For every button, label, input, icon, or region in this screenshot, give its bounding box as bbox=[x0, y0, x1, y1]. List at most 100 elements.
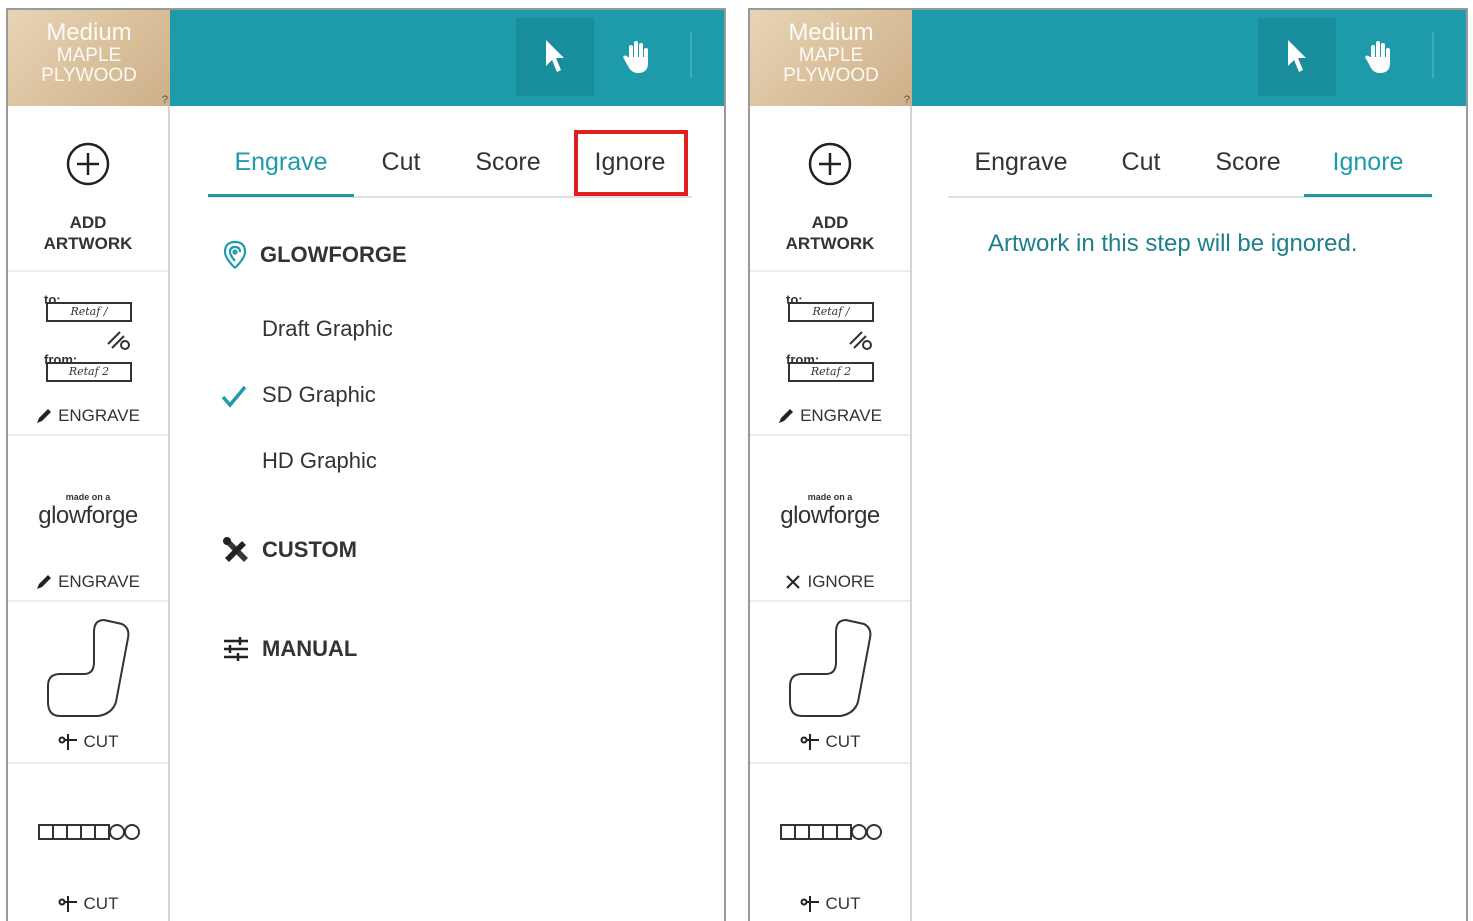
section-glowforge[interactable]: GLOWFORGE bbox=[222, 240, 407, 270]
right-panel: Medium MAPLE PLYWOOD ? ADD ARTWORK to: Re… bbox=[748, 8, 1468, 921]
tag-stamp-icon bbox=[849, 331, 872, 350]
select-tool-button[interactable] bbox=[516, 18, 594, 96]
material-subtype: PLYWOOD bbox=[783, 65, 879, 86]
material-grade: Medium bbox=[46, 19, 132, 46]
material-type: MAPLE bbox=[56, 45, 122, 66]
option-sd-graphic[interactable]: SD Graphic bbox=[262, 382, 376, 408]
add-circle-icon bbox=[66, 142, 110, 186]
tag-to-box: Retaf / bbox=[46, 302, 132, 322]
glowforge-fingerprint-icon bbox=[223, 240, 247, 269]
artwork-item-cut-shape[interactable]: CUT bbox=[8, 602, 168, 764]
artwork-item-border-strip[interactable]: CUT bbox=[750, 764, 910, 921]
material-type: MAPLE bbox=[798, 45, 864, 66]
tab-engrave[interactable]: Engrave bbox=[948, 130, 1094, 194]
tab-score[interactable]: Score bbox=[1198, 130, 1298, 194]
artwork-item-gift-tag[interactable]: to: Retaf / from: Retaf 2 ENGRAVE bbox=[8, 272, 168, 436]
artwork-item-glowforge-logo[interactable]: made on a glowforge IGNORE bbox=[750, 436, 910, 602]
top-toolbar bbox=[170, 10, 724, 106]
hand-icon bbox=[1365, 41, 1390, 73]
border-strip-art bbox=[780, 824, 882, 840]
manual-sliders-icon bbox=[224, 637, 248, 661]
item-mode-text: CUT bbox=[825, 732, 861, 751]
artwork-sidebar: ADD ARTWORK to: Retaf / from: Retaf 2 ENG… bbox=[750, 106, 912, 921]
close-x-icon bbox=[786, 575, 801, 589]
scissors-icon bbox=[800, 896, 819, 912]
artwork-item-glowforge-logo[interactable]: made on a glowforge ENGRAVE bbox=[8, 436, 168, 602]
item-mode-text: CUT bbox=[83, 732, 119, 751]
item-mode-text: ENGRAVE bbox=[800, 406, 882, 425]
left-panel: Medium MAPLE PLYWOOD ? ADD ARTWORK to: Re… bbox=[6, 8, 726, 921]
glowforge-logo-art: glowforge bbox=[38, 502, 138, 529]
item-mode-label: ENGRAVE bbox=[750, 406, 910, 426]
tag-to-box: Retaf / bbox=[788, 302, 874, 322]
tag-from-box: Retaf 2 bbox=[46, 362, 132, 382]
tab-score[interactable]: Score bbox=[458, 130, 558, 194]
hand-icon bbox=[623, 41, 648, 73]
glowforge-logo-art: glowforge bbox=[780, 502, 880, 529]
tab-cut[interactable]: Cut bbox=[356, 130, 446, 194]
item-mode-label: CUT bbox=[750, 732, 910, 752]
checkmark-icon bbox=[221, 385, 247, 408]
material-help[interactable]: ? bbox=[162, 94, 168, 106]
tag-from-box: Retaf 2 bbox=[788, 362, 874, 382]
artwork-item-cut-shape[interactable]: CUT bbox=[750, 602, 910, 764]
tab-engrave[interactable]: Engrave bbox=[208, 130, 354, 197]
artwork-item-gift-tag[interactable]: to: Retaf / from: Retaf 2 ENGRAVE bbox=[750, 272, 910, 436]
scissors-icon bbox=[58, 734, 77, 750]
add-artwork-button[interactable]: ADD ARTWORK bbox=[750, 106, 910, 272]
item-mode-text: CUT bbox=[825, 894, 861, 913]
cut-shape-art bbox=[47, 618, 130, 717]
cut-shape-art bbox=[789, 618, 872, 717]
material-help[interactable]: ? bbox=[904, 94, 910, 106]
section-manual-label: MANUAL bbox=[262, 636, 358, 661]
item-mode-label: CUT bbox=[8, 732, 168, 752]
item-mode-text: CUT bbox=[83, 894, 119, 913]
item-mode-label: IGNORE bbox=[750, 572, 910, 592]
cursor-arrow-icon bbox=[546, 40, 564, 72]
scissors-icon bbox=[800, 734, 819, 750]
pencil-icon bbox=[779, 409, 794, 423]
toolbar-divider bbox=[690, 32, 692, 78]
artwork-item-border-strip[interactable]: CUT bbox=[8, 764, 168, 921]
border-strip-art bbox=[38, 824, 140, 840]
option-draft-graphic[interactable]: Draft Graphic bbox=[262, 316, 393, 342]
item-mode-label: CUT bbox=[750, 894, 910, 914]
logo-made-on-text: made on a bbox=[65, 492, 111, 502]
ignore-message: Artwork in this step will be ignored. bbox=[988, 230, 1358, 257]
step-tabs: Engrave Cut Score Ignore bbox=[948, 130, 1432, 198]
material-badge[interactable]: Medium MAPLE PLYWOOD ? bbox=[8, 10, 170, 106]
section-manual[interactable]: MANUAL bbox=[222, 636, 357, 662]
pencil-icon bbox=[37, 409, 52, 423]
logo-made-on-text: made on a bbox=[807, 492, 853, 502]
section-glowforge-label: GLOWFORGE bbox=[260, 242, 407, 267]
item-mode-text: IGNORE bbox=[807, 572, 875, 591]
tag-stamp-icon bbox=[107, 331, 130, 350]
item-mode-label: ENGRAVE bbox=[8, 406, 168, 426]
pencil-icon bbox=[37, 575, 52, 589]
add-artwork-label: ADD ARTWORK bbox=[785, 213, 875, 253]
scissors-icon bbox=[58, 896, 77, 912]
top-toolbar bbox=[912, 10, 1466, 106]
tab-ignore[interactable]: Ignore bbox=[1304, 130, 1432, 197]
section-custom[interactable]: CUSTOM bbox=[222, 536, 357, 564]
tab-cut[interactable]: Cut bbox=[1096, 130, 1186, 194]
material-subtype: PLYWOOD bbox=[41, 65, 137, 86]
custom-tools-icon bbox=[223, 537, 248, 562]
option-hd-graphic[interactable]: HD Graphic bbox=[262, 448, 377, 474]
material-badge[interactable]: Medium MAPLE PLYWOOD ? bbox=[750, 10, 912, 106]
material-grade: Medium bbox=[788, 19, 874, 46]
item-mode-text: ENGRAVE bbox=[58, 572, 140, 591]
pan-tool-button[interactable] bbox=[1340, 18, 1418, 96]
add-artwork-label: ADD ARTWORK bbox=[43, 213, 133, 253]
pan-tool-button[interactable] bbox=[598, 18, 676, 96]
ignore-tab-highlight bbox=[574, 130, 688, 196]
toolbar-divider bbox=[1432, 32, 1434, 78]
cursor-arrow-icon bbox=[1288, 40, 1306, 72]
item-mode-label: ENGRAVE bbox=[8, 572, 168, 592]
item-mode-label: CUT bbox=[8, 894, 168, 914]
item-mode-text: ENGRAVE bbox=[58, 406, 140, 425]
section-custom-label: CUSTOM bbox=[262, 537, 357, 562]
add-circle-icon bbox=[808, 142, 852, 186]
select-tool-button[interactable] bbox=[1258, 18, 1336, 96]
add-artwork-button[interactable]: ADD ARTWORK bbox=[8, 106, 168, 272]
